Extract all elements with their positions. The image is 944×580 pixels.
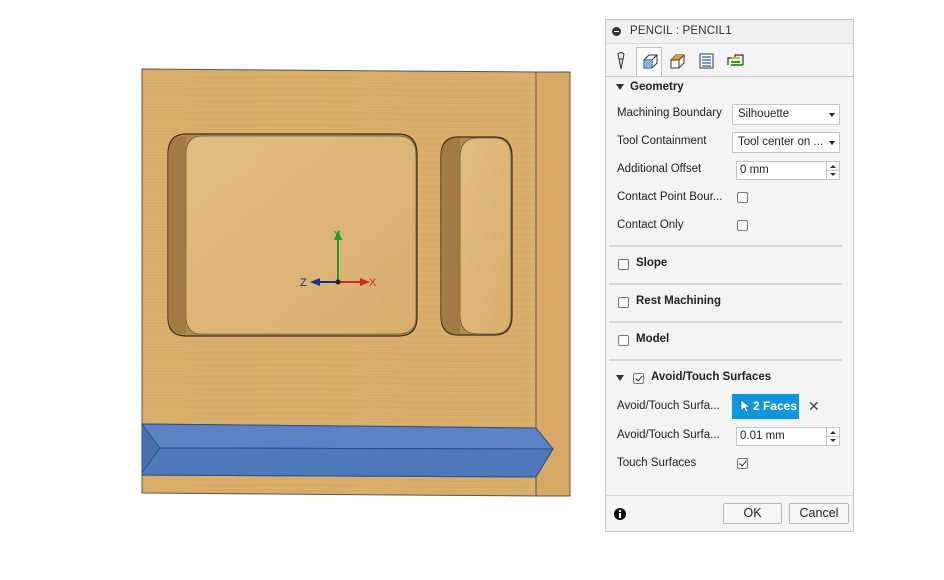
touch-surfaces-checkbox[interactable]: [737, 458, 748, 469]
contact-only-checkbox[interactable]: [737, 220, 748, 231]
info-icon[interactable]: [614, 508, 626, 520]
rest-machining-section-header[interactable]: Rest Machining: [606, 290, 853, 314]
cancel-button[interactable]: Cancel: [789, 503, 849, 524]
tool-containment-label: Tool Containment: [617, 135, 707, 147]
collapse-icon[interactable]: [612, 27, 621, 36]
contact-point-label: Contact Point Bour...: [617, 191, 723, 203]
rest-machining-checkbox[interactable]: [618, 297, 629, 308]
tool-containment-select[interactable]: Tool center on ...: [732, 132, 840, 153]
tab-tool[interactable]: [608, 47, 634, 74]
tool-icon: [617, 52, 625, 70]
increment-arrow-icon[interactable]: [826, 162, 839, 171]
contact-only-row: Contact Only: [606, 214, 853, 238]
dropdown-arrow-icon: [829, 113, 835, 117]
expand-triangle-icon[interactable]: [616, 84, 624, 90]
triad-x-label: X: [369, 277, 377, 289]
model-section-header[interactable]: Model: [606, 328, 853, 352]
touch-surfaces-row: Touch Surfaces: [606, 452, 853, 476]
decrement-arrow-icon[interactable]: [826, 171, 839, 179]
geometry-section-label: Geometry: [630, 81, 684, 93]
faces-selection-button[interactable]: 2 Faces: [732, 394, 799, 419]
tab-passes[interactable]: [693, 47, 719, 74]
3d-viewport[interactable]: Y X Z: [0, 0, 600, 580]
touch-surfaces-label: Touch Surfaces: [617, 457, 697, 469]
section-divider: [609, 321, 842, 323]
increment-arrow-icon[interactable]: [826, 428, 839, 437]
pencil-dialog: PENCIL : PENCIL1 Geometry Machining Boun…: [605, 19, 854, 532]
linking-icon: [727, 54, 744, 66]
section-divider: [609, 283, 842, 285]
contact-point-row: Contact Point Bour...: [606, 186, 853, 210]
dialog-footer: OK Cancel: [606, 495, 853, 531]
geometry-icon: [643, 54, 658, 69]
machining-boundary-value: Silhouette: [738, 108, 790, 120]
faces-selection-value: 2 Faces: [753, 399, 798, 413]
geometry-section-header[interactable]: Geometry: [606, 78, 853, 102]
avoid-touch-clearance-label: Avoid/Touch Surfa...: [617, 429, 720, 441]
slope-section-header[interactable]: Slope: [606, 252, 853, 276]
additional-offset-label: Additional Offset: [617, 163, 702, 175]
tab-bar: [606, 44, 853, 77]
avoid-touch-selection-label: Avoid/Touch Surfa...: [617, 400, 720, 412]
section-divider: [609, 245, 842, 247]
avoid-touch-clearance-input[interactable]: 0.01 mm: [736, 427, 840, 446]
heights-icon: [670, 54, 685, 69]
section-divider: [609, 359, 842, 361]
additional-offset-input[interactable]: 0 mm: [736, 161, 840, 180]
model-canvas[interactable]: Y X Z: [0, 0, 600, 580]
tab-linking[interactable]: [722, 47, 748, 74]
ok-button[interactable]: OK: [723, 503, 782, 524]
tool-containment-row: Tool Containment Tool center on ...: [606, 130, 853, 154]
avoid-touch-checkbox[interactable]: [633, 373, 644, 384]
triad-z-label: Z: [300, 277, 307, 289]
model-label: Model: [636, 333, 670, 345]
cursor-arrow-icon: [740, 399, 751, 413]
avoid-touch-clearance-value: 0.01 mm: [740, 430, 785, 442]
pocket-small[interactable]: [440, 136, 513, 336]
avoid-touch-selection-row: Avoid/Touch Surfa... 2 Faces ✕: [606, 394, 853, 419]
additional-offset-row: Additional Offset 0 mm: [606, 158, 853, 182]
clear-selection-icon[interactable]: ✕: [808, 398, 820, 415]
decrement-arrow-icon[interactable]: [826, 437, 839, 445]
tab-geometry[interactable]: [636, 47, 662, 76]
dropdown-arrow-icon: [829, 141, 835, 145]
expand-triangle-icon[interactable]: [616, 375, 624, 381]
machining-boundary-row: Machining Boundary Silhouette: [606, 102, 853, 126]
selected-surfaces[interactable]: [141, 422, 555, 478]
passes-icon: [699, 53, 714, 69]
tool-containment-value: Tool center on ...: [738, 136, 824, 148]
avoid-touch-clearance-row: Avoid/Touch Surfa... 0.01 mm: [606, 424, 853, 448]
machining-boundary-label: Machining Boundary: [617, 107, 722, 119]
pocket-large[interactable]: [167, 133, 418, 337]
slope-label: Slope: [636, 257, 668, 269]
dialog-header[interactable]: PENCIL : PENCIL1: [606, 20, 853, 44]
rest-machining-label: Rest Machining: [636, 295, 721, 307]
contact-only-label: Contact Only: [617, 219, 684, 231]
machining-boundary-select[interactable]: Silhouette: [732, 104, 840, 125]
additional-offset-value: 0 mm: [740, 164, 769, 176]
tab-heights[interactable]: [664, 47, 690, 74]
contact-point-checkbox[interactable]: [737, 192, 748, 203]
avoid-touch-label: Avoid/Touch Surfaces: [651, 371, 772, 383]
avoid-touch-section-header[interactable]: Avoid/Touch Surfaces: [606, 366, 853, 390]
model-checkbox[interactable]: [618, 335, 629, 346]
dialog-title: PENCIL : PENCIL1: [630, 25, 732, 37]
slope-checkbox[interactable]: [618, 259, 629, 270]
triad-y-label: Y: [334, 230, 341, 241]
